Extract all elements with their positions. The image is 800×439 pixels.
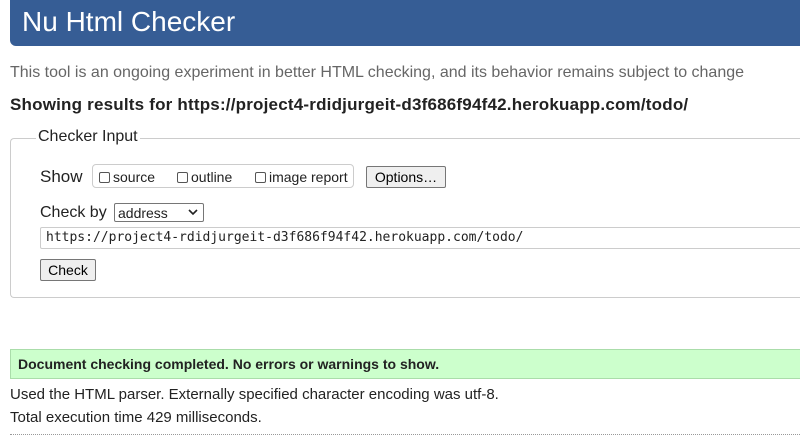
url-input[interactable]: https://project4-rdidjurgeit-d3f686f94f4… [40, 227, 800, 249]
source-checkbox-label: source [113, 169, 156, 185]
parser-info: Used the HTML parser. Externally specifi… [10, 386, 499, 403]
header-bar: Nu Html Checker [10, 0, 800, 46]
image-report-checkbox-label: image report [269, 169, 348, 185]
show-label: Show [40, 167, 83, 186]
execution-time: Total execution time 429 milliseconds. [10, 409, 262, 426]
results-heading: Showing results for https://project4-rdi… [10, 95, 689, 114]
source-checkbox[interactable]: source [99, 169, 155, 185]
page: Nu Html Checker This tool is an ongoing … [0, 0, 800, 439]
image-report-checkbox-box[interactable] [255, 171, 266, 183]
success-message: Document checking completed. No errors o… [18, 356, 440, 372]
chevron-down-icon [187, 206, 199, 221]
check-by-select[interactable]: address [114, 203, 204, 222]
check-by-selected-value: address [118, 204, 168, 221]
check-by-label: Check by [40, 204, 107, 221]
outline-checkbox[interactable]: outline [177, 169, 232, 185]
source-checkbox-box[interactable] [99, 171, 110, 183]
outline-checkbox-label: outline [191, 169, 233, 185]
image-report-checkbox[interactable]: image report [255, 169, 348, 185]
intro-text: This tool is an ongoing experiment in be… [10, 64, 745, 81]
outline-checkbox-box[interactable] [177, 171, 188, 183]
divider [10, 434, 800, 435]
checker-input-legend: Checker Input [36, 128, 140, 146]
page-title: Nu Html Checker [22, 6, 236, 37]
options-button[interactable]: Options… [366, 166, 446, 188]
check-button[interactable]: Check [40, 259, 96, 281]
